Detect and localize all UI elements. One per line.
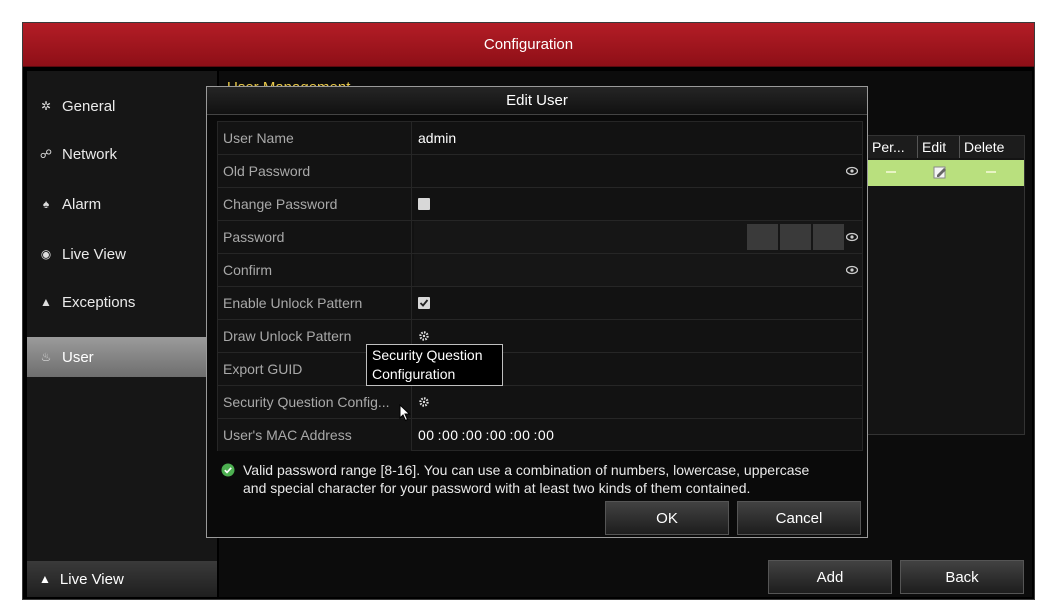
form-row-enable-unlock-pattern: Enable Unlock Pattern xyxy=(217,286,863,319)
form-row-user-name: User Name admin xyxy=(217,121,863,154)
users-icon: ♨ xyxy=(40,350,52,364)
form-row-mac-address: User's MAC Address 00 :00 :00 :00 :00 :0… xyxy=(217,418,863,451)
old-password-field[interactable] xyxy=(414,155,862,187)
form-row-draw-unlock-pattern: Draw Unlock Pattern xyxy=(217,319,863,352)
form-row-security-question: Security Question Config... xyxy=(217,385,863,418)
password-strength-meter xyxy=(747,224,844,250)
cancel-button[interactable]: Cancel xyxy=(737,501,861,535)
network-icon: ☍ xyxy=(39,147,53,161)
table-row[interactable] xyxy=(868,160,1024,186)
gear-icon[interactable] xyxy=(418,396,430,408)
mac-octet[interactable]: :00 xyxy=(486,427,507,443)
show-password-icon[interactable] xyxy=(846,165,858,177)
change-password-label: Change Password xyxy=(218,188,412,220)
home-icon: ▲ xyxy=(39,572,51,586)
window-title: Configuration xyxy=(23,23,1034,67)
sidebar: ✲ General ☍ Network ♠ Alarm ◉ Live View … xyxy=(27,71,217,597)
mac-octet[interactable]: 00 xyxy=(418,427,435,443)
password-field[interactable] xyxy=(414,221,862,253)
mac-octet[interactable]: :00 xyxy=(533,427,554,443)
column-header-delete[interactable]: Delete xyxy=(960,136,1024,158)
sidebar-item-live-view[interactable]: ◉ Live View xyxy=(27,235,217,273)
check-icon xyxy=(419,299,429,307)
add-button[interactable]: Add xyxy=(768,560,892,594)
column-header-edit[interactable]: Edit xyxy=(918,136,960,158)
sidebar-item-label: Live View xyxy=(62,245,126,263)
tooltip: Security Question Configuration xyxy=(366,344,503,386)
form-row-old-password: Old Password xyxy=(217,154,863,187)
dialog-title: Edit User xyxy=(207,87,867,115)
mac-octet[interactable]: :00 xyxy=(509,427,530,443)
show-password-icon[interactable] xyxy=(846,231,858,243)
sidebar-item-label: Alarm xyxy=(62,195,102,213)
mac-octet[interactable]: :00 xyxy=(462,427,483,443)
valid-check-icon xyxy=(221,463,235,477)
edit-icon[interactable] xyxy=(932,164,948,180)
security-question-value xyxy=(414,386,862,418)
sidebar-item-user[interactable]: ♨ User xyxy=(27,337,217,377)
live-view-button-label: Live View xyxy=(59,570,124,588)
strength-segment xyxy=(780,224,811,250)
sidebar-item-exceptions[interactable]: ▲ Exceptions xyxy=(27,283,217,321)
edit-user-form: User Name admin Old Password Change Pass… xyxy=(217,121,863,451)
gear-icon: ✲ xyxy=(40,99,52,113)
edit-user-dialog: Edit User User Name admin Old Password C… xyxy=(206,86,868,538)
password-label: Password xyxy=(218,221,412,253)
sidebar-item-label: Exceptions xyxy=(62,293,136,311)
password-info: Valid password range [8-16]. You can use… xyxy=(221,461,811,497)
password-rules-text: Valid password range [8-16]. You can use… xyxy=(243,462,810,496)
security-question-label: Security Question Config... xyxy=(218,386,412,418)
enable-unlock-pattern-value xyxy=(414,287,862,319)
mac-octet[interactable]: :00 xyxy=(438,427,459,443)
form-row-password: Password xyxy=(217,220,863,253)
strength-segment xyxy=(747,224,778,250)
sidebar-item-network[interactable]: ☍ Network xyxy=(27,135,217,173)
sidebar-item-label: User xyxy=(62,348,94,366)
user-table: Per... Edit Delete xyxy=(867,135,1025,435)
ok-button[interactable]: OK xyxy=(605,501,729,535)
user-name-label: User Name xyxy=(218,122,412,154)
confirm-password-field[interactable] xyxy=(414,254,862,286)
old-password-label: Old Password xyxy=(218,155,412,187)
change-password-checkbox[interactable] xyxy=(418,198,430,210)
mac-address-field[interactable]: 00 :00 :00 :00 :00 :00 xyxy=(414,419,862,451)
show-password-icon[interactable] xyxy=(846,264,858,276)
permission-cell xyxy=(886,171,896,173)
confirm-label: Confirm xyxy=(218,254,412,286)
sidebar-item-label: General xyxy=(62,97,116,115)
warning-icon: ▲ xyxy=(40,295,52,309)
tooltip-line: Configuration xyxy=(372,366,456,382)
alarm-icon: ♠ xyxy=(42,197,50,211)
mac-address-octets: 00 :00 :00 :00 :00 :00 xyxy=(418,427,554,443)
sidebar-item-general[interactable]: ✲ General xyxy=(27,87,217,125)
gear-icon[interactable] xyxy=(418,330,430,342)
column-header-permission[interactable]: Per... xyxy=(868,136,918,158)
mac-address-label: User's MAC Address xyxy=(218,419,412,451)
form-row-change-password: Change Password xyxy=(217,187,863,220)
change-password-value xyxy=(414,188,862,220)
tooltip-line: Security Question xyxy=(372,347,483,363)
form-row-confirm: Confirm xyxy=(217,253,863,286)
strength-segment xyxy=(813,224,844,250)
live-view-button[interactable]: ▲ Live View xyxy=(27,561,217,597)
back-button[interactable]: Back xyxy=(900,560,1024,594)
user-name-field[interactable]: admin xyxy=(414,122,862,154)
sidebar-item-label: Network xyxy=(62,145,118,163)
eye-icon: ◉ xyxy=(40,247,52,261)
enable-unlock-pattern-label: Enable Unlock Pattern xyxy=(218,287,412,319)
form-row-export-guid: Export GUID xyxy=(217,352,863,385)
mouse-cursor-icon xyxy=(399,404,411,422)
delete-cell xyxy=(986,171,996,173)
sidebar-item-alarm[interactable]: ♠ Alarm xyxy=(27,185,217,223)
enable-unlock-pattern-checkbox[interactable] xyxy=(418,297,430,309)
